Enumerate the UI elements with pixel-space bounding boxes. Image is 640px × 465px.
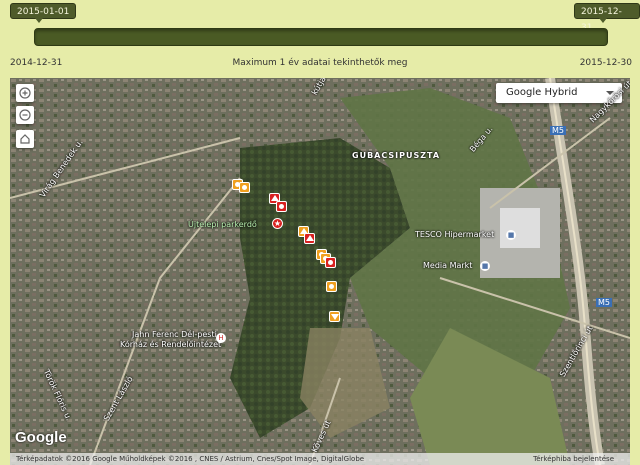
measurement-marker[interactable] (276, 201, 287, 212)
timeline-slider-track[interactable] (34, 28, 608, 46)
label-ujtelepi-parkerdo: Újtelepi parkerdő (188, 220, 257, 229)
measurement-marker[interactable] (326, 281, 337, 292)
map-type-value: Google Hybrid (506, 87, 578, 98)
google-logo[interactable]: Google (15, 429, 67, 446)
measurement-marker[interactable] (325, 257, 336, 268)
m5-shield-north: M5 (550, 126, 566, 135)
measurement-marker-down[interactable] (329, 311, 340, 322)
label-media-markt: Media Markt (423, 261, 473, 270)
map-view[interactable]: Google Hybrid GUBACSIPUSZTA Újtelepi par… (10, 78, 630, 465)
start-date-badge[interactable]: 2015-01-01 (10, 3, 77, 23)
satellite-imagery (10, 78, 630, 465)
zoom-in-button[interactable] (16, 84, 34, 102)
label-tesco: TESCO Hipermarket (415, 230, 495, 239)
zoom-out-button[interactable] (16, 106, 34, 124)
label-gubacsipuszta: GUBACSIPUSZTA (352, 151, 441, 160)
shopping-bag-icon[interactable]: ■ (480, 261, 490, 271)
end-date-badge[interactable]: 2015-12-31 (574, 3, 640, 33)
reset-view-button[interactable] (16, 130, 34, 148)
hospital-icon[interactable]: H (216, 333, 226, 343)
minus-icon (19, 109, 31, 121)
range-notice: Maximum 1 év adatai tekinthetők meg (232, 58, 408, 68)
label-hospital-line1: Jahn Ferenc Dél-pesti (132, 330, 217, 339)
range-end-label: 2015-12-30 (579, 58, 632, 68)
map-type-select[interactable]: Google Hybrid (496, 83, 622, 103)
shopping-cart-icon[interactable]: ■ (506, 230, 516, 240)
measurement-marker[interactable] (239, 182, 250, 193)
home-icon (20, 134, 30, 144)
plus-icon (19, 87, 31, 99)
report-map-error-link[interactable]: Térképhiba bejelentése (533, 453, 614, 465)
m5-shield-south: M5 (596, 298, 612, 307)
star-marker-icon[interactable]: ★ (272, 218, 283, 229)
measurement-marker-triangle[interactable] (304, 233, 315, 244)
label-hospital-line2: Kórház és Rendelőintézet (120, 340, 222, 349)
timeline: 2015-01-01 2015-12-31 2014-12-31 Maximum… (0, 0, 640, 78)
